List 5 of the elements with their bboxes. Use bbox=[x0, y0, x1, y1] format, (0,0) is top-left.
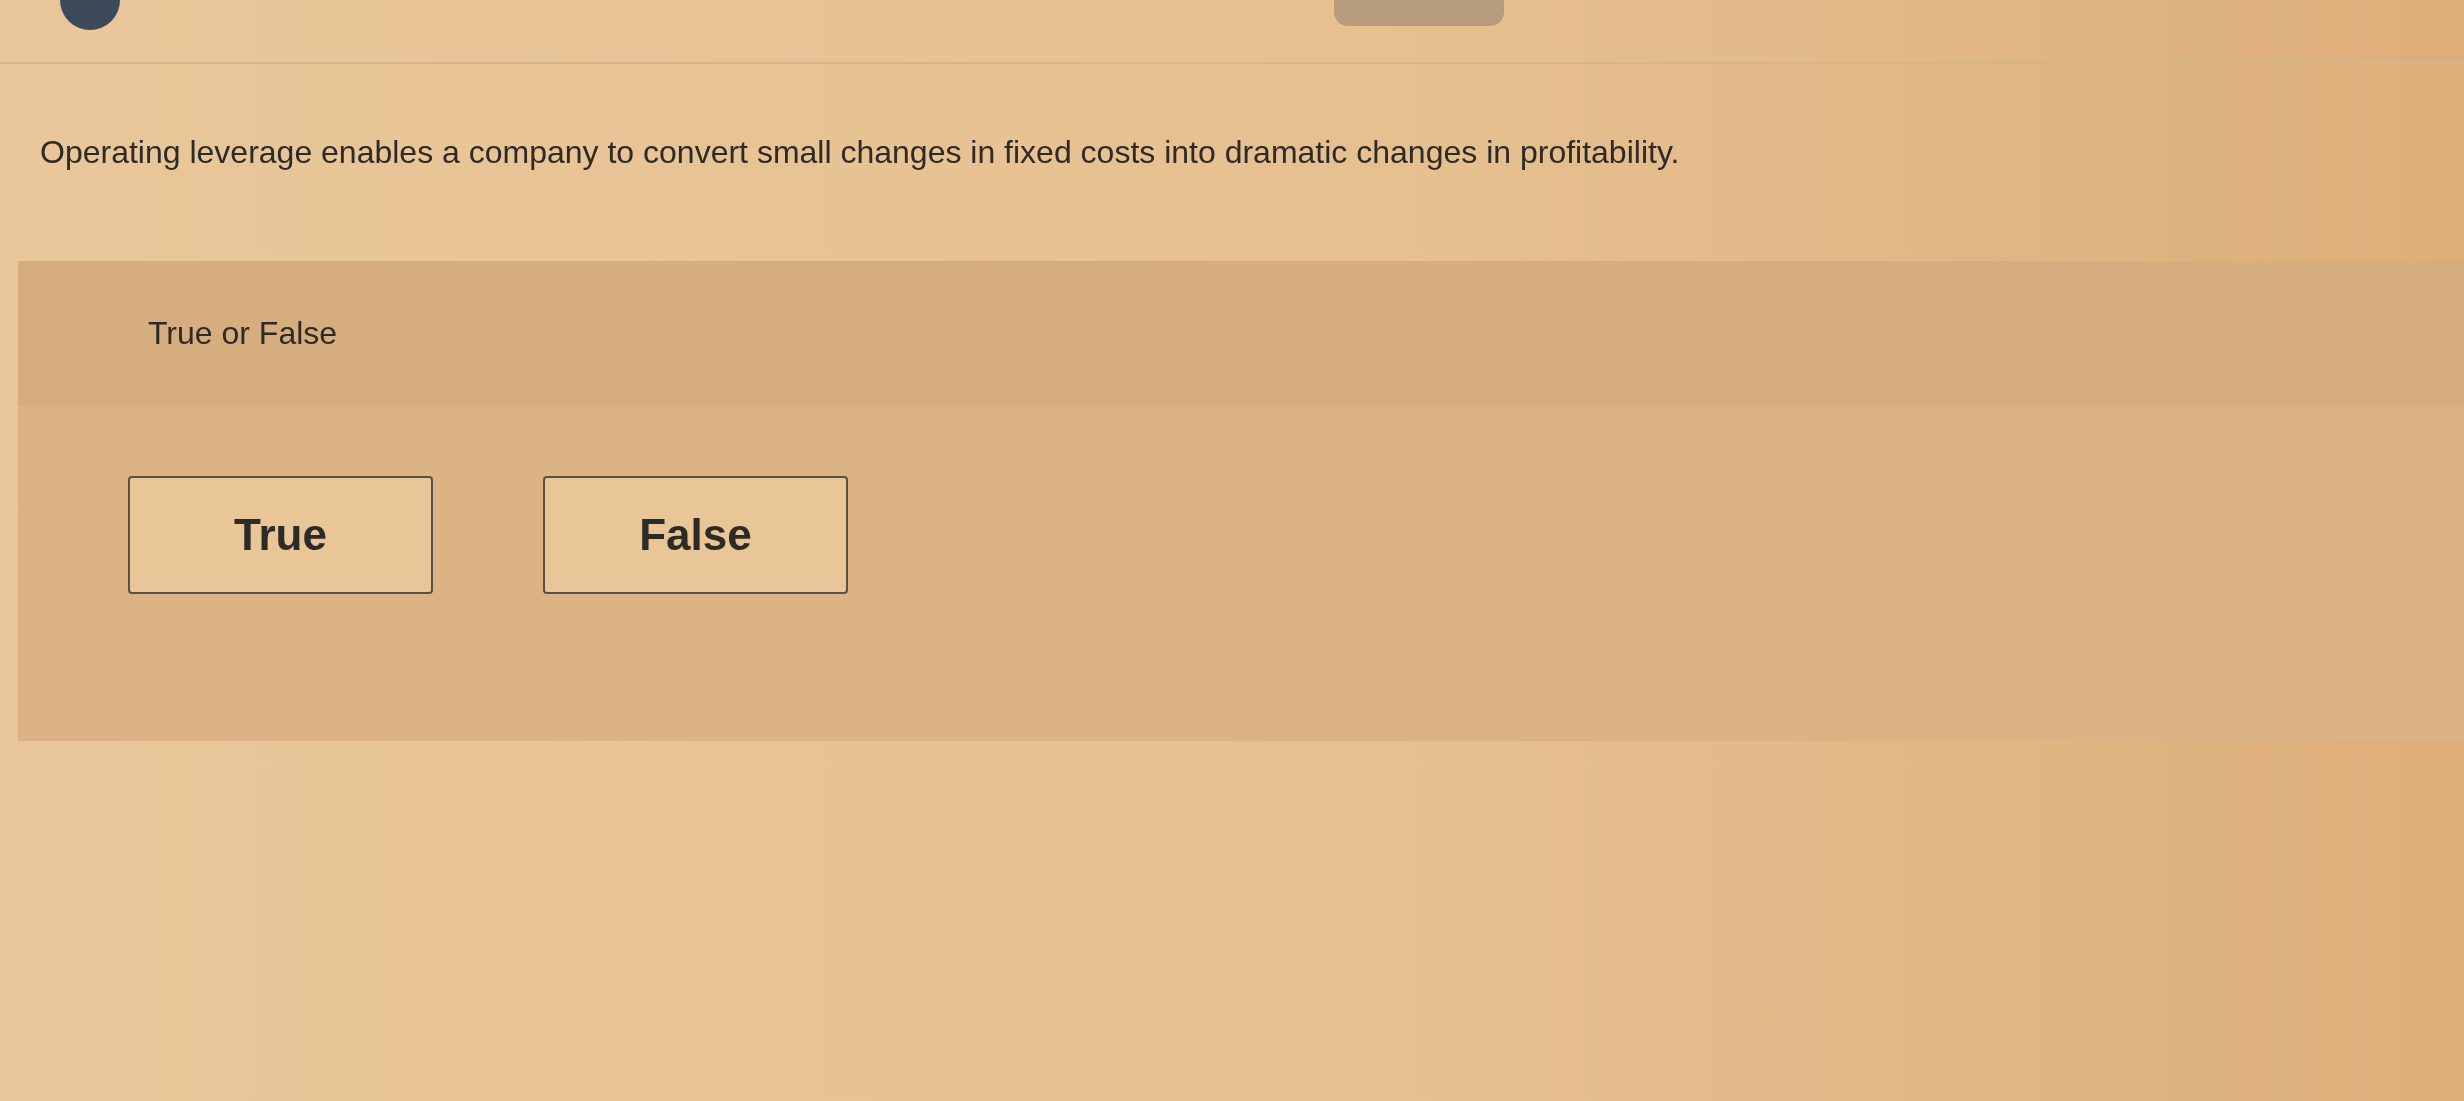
answer-option[interactable]: False bbox=[543, 476, 848, 594]
question-text: Operating leverage enables a company to convert small changes in fixed costs into dramatic changes in profitability. bbox=[40, 134, 1681, 171]
info-icon[interactable] bbox=[60, 0, 120, 30]
answer-option[interactable]: True bbox=[128, 476, 433, 594]
prompt-text: True or False bbox=[148, 315, 338, 352]
